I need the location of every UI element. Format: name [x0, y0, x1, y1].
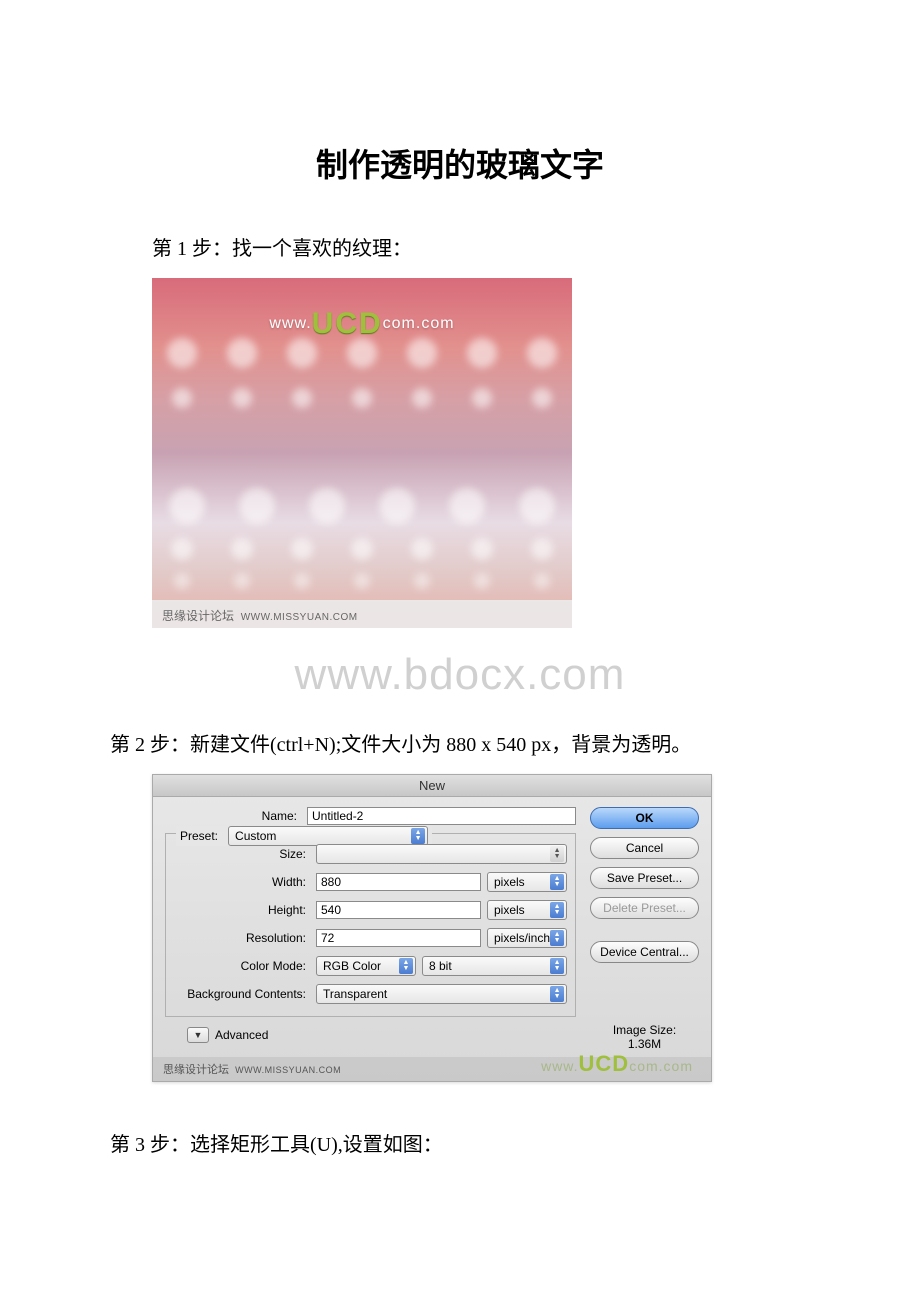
width-label: Width:: [174, 875, 310, 889]
new-file-dialog: New Name: Preset: Custom ▲▼ Size:: [152, 774, 712, 1082]
dialog-ucd-watermark: www.UCDcom.com: [541, 1051, 693, 1077]
size-select[interactable]: ▲▼: [316, 844, 567, 864]
width-unit: pixels: [494, 875, 525, 889]
resolution-input[interactable]: [316, 929, 481, 947]
delete-preset-button[interactable]: Delete Preset...: [590, 897, 699, 919]
ok-button[interactable]: OK: [590, 807, 699, 829]
chevron-updown-icon: ▲▼: [550, 874, 564, 890]
step-3-text: 第 3 步：选择矩形工具(U),设置如图：: [110, 1130, 810, 1160]
bgcontents-select[interactable]: Transparent ▲▼: [316, 984, 567, 1004]
texture-credit-cn: 思缘设计论坛: [162, 609, 234, 623]
preset-value: Custom: [235, 829, 276, 843]
page-watermark: www.bdocx.com: [110, 650, 810, 700]
texture-watermark: www.UCDcom.com: [152, 302, 572, 336]
height-input[interactable]: [316, 901, 481, 919]
bgcontents-label: Background Contents:: [174, 987, 310, 1001]
advanced-toggle[interactable]: ▼: [187, 1027, 209, 1043]
colordepth-select[interactable]: 8 bit ▲▼: [422, 956, 567, 976]
chevron-updown-icon: ▲▼: [550, 986, 564, 1002]
dialog-credit-cn: 思缘设计论坛: [163, 1064, 229, 1076]
colormode-label: Color Mode:: [174, 959, 310, 973]
preset-select[interactable]: Custom ▲▼: [228, 826, 428, 846]
bgcontents-value: Transparent: [323, 987, 387, 1001]
name-input[interactable]: [307, 807, 576, 825]
texture-credit: 思缘设计论坛 WWW.MISSYUAN.COM: [152, 600, 572, 628]
step-1-text: 第 1 步：找一个喜欢的纹理：: [110, 234, 810, 264]
preset-label: Preset:: [180, 829, 218, 843]
imagesize-value: 1.36M: [590, 1037, 699, 1051]
dialog-title: New: [153, 775, 711, 797]
ucd-suffix: com.com: [629, 1058, 693, 1074]
colormode-select[interactable]: RGB Color ▲▼: [316, 956, 416, 976]
imagesize-label: Image Size:: [590, 1023, 699, 1037]
height-unit: pixels: [494, 903, 525, 917]
resolution-unit: pixels/inch: [494, 931, 550, 945]
cancel-button[interactable]: Cancel: [590, 837, 699, 859]
colormode-value: RGB Color: [323, 959, 381, 973]
colordepth-value: 8 bit: [429, 959, 452, 973]
height-unit-select[interactable]: pixels ▲▼: [487, 900, 567, 920]
page-title: 制作透明的玻璃文字: [110, 140, 810, 186]
dialog-credit: 思缘设计论坛 WWW.MISSYUAN.COM www.UCDcom.com: [153, 1057, 711, 1081]
resolution-label: Resolution:: [174, 931, 310, 945]
chevron-updown-icon: ▲▼: [550, 846, 564, 862]
ucd-body: UCD: [579, 1051, 630, 1076]
texture-image: www.UCDcom.com 思缘设计论坛 WWW.MISSYUAN.COM: [152, 278, 572, 628]
texture-credit-url: WWW.MISSYUAN.COM: [241, 612, 358, 623]
name-label: Name:: [165, 809, 301, 823]
width-unit-select[interactable]: pixels ▲▼: [487, 872, 567, 892]
watermark-suffix: com.com: [383, 315, 455, 332]
size-label: Size:: [174, 847, 310, 861]
save-preset-button[interactable]: Save Preset...: [590, 867, 699, 889]
chevron-updown-icon: ▲▼: [399, 958, 413, 974]
watermark-ucd: UCD: [312, 307, 383, 340]
dialog-credit-url: WWW.MISSYUAN.COM: [235, 1065, 341, 1075]
chevron-updown-icon: ▲▼: [411, 828, 425, 844]
width-input[interactable]: [316, 873, 481, 891]
height-label: Height:: [174, 903, 310, 917]
chevron-updown-icon: ▲▼: [550, 902, 564, 918]
advanced-label: Advanced: [215, 1028, 268, 1042]
chevron-updown-icon: ▲▼: [550, 930, 564, 946]
watermark-prefix: www.: [269, 315, 311, 332]
chevron-updown-icon: ▲▼: [550, 958, 564, 974]
device-central-button[interactable]: Device Central...: [590, 941, 699, 963]
resolution-unit-select[interactable]: pixels/inch ▲▼: [487, 928, 567, 948]
step-2-text: 第 2 步：新建文件(ctrl+N);文件大小为 880 x 540 px，背景…: [110, 730, 810, 760]
ucd-prefix: www.: [541, 1058, 578, 1074]
